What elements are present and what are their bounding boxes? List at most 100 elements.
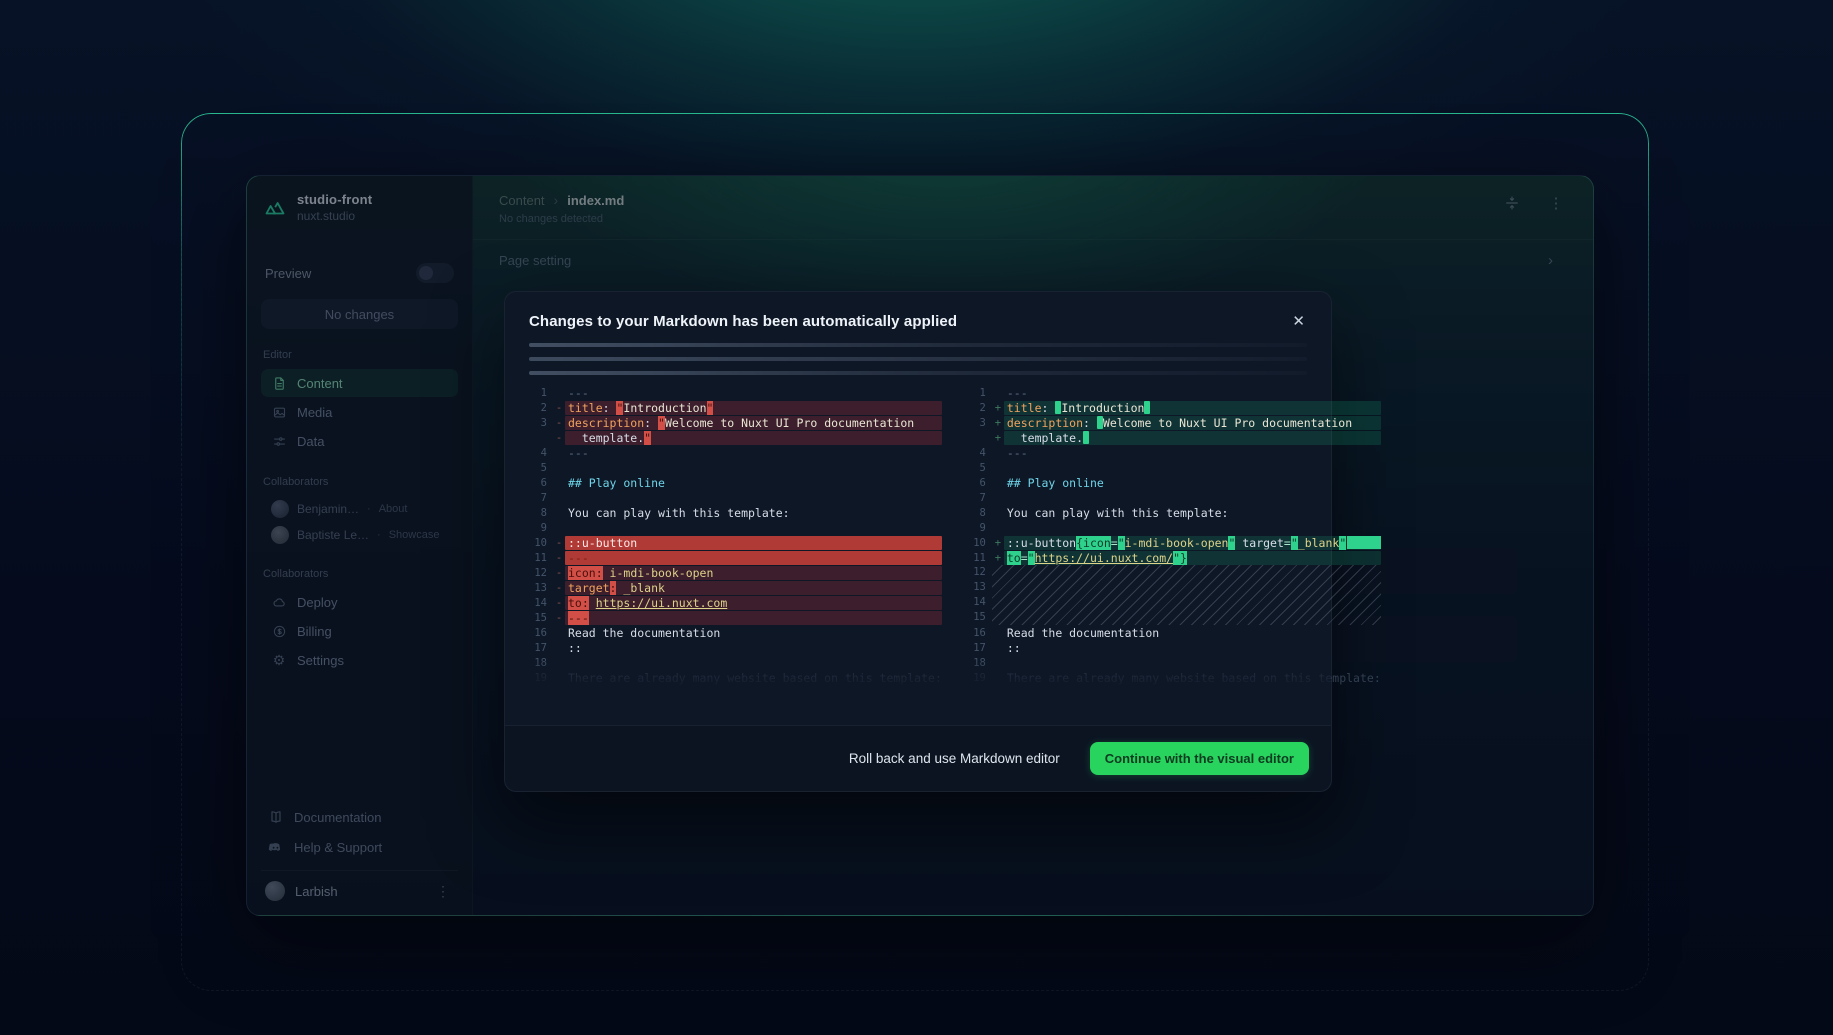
diff-line: 9 — [529, 520, 942, 535]
diff-line: 16Read the documentation — [968, 625, 1381, 640]
code-segment: : — [644, 416, 658, 430]
diff-line: 18 — [529, 655, 942, 670]
diff-line: 15---- — [529, 610, 942, 625]
diff-line: 10+::u-button{icon="i-mdi-book-open" tar… — [968, 535, 1381, 550]
code-segment: = — [1021, 551, 1028, 565]
diff-line: 4--- — [529, 445, 942, 460]
code-segment — [1144, 401, 1150, 414]
diff-pane-old: 1---2-title: "Introduction"3-description… — [529, 385, 942, 685]
diff-pane-new: 1---2+title: Introduction3+description: … — [968, 385, 1381, 685]
diff-line: 10-::u-button — [529, 535, 942, 550]
code-segment: : — [1042, 401, 1056, 415]
code-segment: --- — [568, 551, 589, 565]
code-segment: There are already many website based on … — [568, 671, 942, 685]
code-segment: :: — [1007, 641, 1021, 655]
code-segment: You can play with this template: — [1007, 506, 1229, 520]
code-segment — [1083, 431, 1089, 444]
diff-line: 4--- — [968, 445, 1381, 460]
code-segment: : — [1083, 416, 1097, 430]
diff-line: 3+description: Welcome to Nuxt UI Pro do… — [968, 415, 1381, 430]
code-segment: i-mdi-book-open — [603, 566, 714, 580]
code-segment: " — [658, 416, 665, 430]
code-segment: to — [1007, 551, 1021, 565]
code-segment: " — [644, 431, 651, 445]
code-segment: title — [568, 401, 603, 415]
code-segment: There are already many website based on … — [1007, 671, 1381, 685]
diff-line: 17:: — [529, 640, 942, 655]
code-segment: --- — [568, 446, 589, 460]
code-segment: " — [1291, 536, 1298, 550]
diff-line: 18 — [968, 655, 1381, 670]
close-icon[interactable]: ✕ — [1290, 312, 1307, 331]
code-segment: description — [1007, 416, 1083, 430]
diff-line: 9 — [968, 520, 1381, 535]
code-segment: "} — [1173, 551, 1187, 565]
diff-view: 1---2-title: "Introduction"3-description… — [505, 385, 1331, 685]
diff-line: 8You can play with this template: — [529, 505, 942, 520]
diff-line: 5 — [529, 460, 942, 475]
code-segment: : — [603, 401, 617, 415]
diff-line: 16Read the documentation — [529, 625, 942, 640]
code-segment — [1347, 536, 1381, 549]
code-segment: _blank — [1298, 536, 1340, 550]
code-segment: ## Play online — [1007, 476, 1104, 490]
code-segment: target — [568, 581, 610, 595]
code-segment: --- — [1007, 386, 1028, 400]
skeleton-bar — [529, 357, 1307, 361]
code-segment: https://ui.nuxt.com — [596, 596, 728, 610]
code-segment: Welcome to Nuxt UI Pro documentation — [1103, 416, 1352, 430]
diff-line: 7 — [968, 490, 1381, 505]
skeleton-lines — [505, 343, 1331, 375]
dialog-footer: Roll back and use Markdown editor Contin… — [505, 725, 1331, 791]
continue-visual-editor-button[interactable]: Continue with the visual editor — [1090, 742, 1309, 775]
code-segment: _blank — [616, 581, 664, 595]
code-segment: ::u-button — [568, 536, 637, 550]
code-segment: --- — [568, 611, 589, 625]
diff-line: 2-title: "Introduction" — [529, 400, 942, 415]
skeleton-bar — [529, 343, 1307, 347]
code-segment: ## Play online — [568, 476, 665, 490]
code-segment: " — [1339, 536, 1346, 550]
diff-line: 13-target: _blank — [529, 580, 942, 595]
diff-line: 6## Play online — [968, 475, 1381, 490]
code-segment: " — [1028, 551, 1035, 565]
code-segment: Welcome to Nuxt UI Pro documentation — [665, 416, 914, 430]
diff-line: 17:: — [968, 640, 1381, 655]
code-segment: = — [1284, 536, 1291, 550]
code-segment: You can play with this template: — [568, 506, 790, 520]
code-segment: Introduction — [1061, 401, 1144, 415]
code-segment: template. — [568, 431, 644, 445]
code-segment: target — [1235, 536, 1283, 550]
code-segment: Read the documentation — [568, 626, 720, 640]
code-segment: " — [1118, 536, 1125, 550]
diff-line: 14-to: https://ui.nuxt.com — [529, 595, 942, 610]
code-segment — [589, 596, 596, 610]
code-segment: {icon — [1076, 536, 1111, 550]
code-segment: https://ui.nuxt.com/ — [1035, 551, 1173, 565]
code-segment: ::u-button — [1007, 536, 1076, 550]
diff-line: 1--- — [529, 385, 942, 400]
diff-line: 3-description: "Welcome to Nuxt UI Pro d… — [529, 415, 942, 430]
code-segment: template. — [1007, 431, 1083, 445]
diff-line: 11---- — [529, 550, 942, 565]
diff-line: 19There are already many website based o… — [529, 670, 942, 685]
diff-line: 5 — [968, 460, 1381, 475]
rollback-button[interactable]: Roll back and use Markdown editor — [849, 751, 1060, 766]
code-segment: i-mdi-book-open — [1125, 536, 1229, 550]
hatch-stripes — [992, 565, 1381, 625]
code-segment: " — [1228, 536, 1235, 550]
code-segment: to: — [568, 596, 589, 610]
dialog-title: Changes to your Markdown has been automa… — [529, 313, 957, 330]
diff-line: 11+to="https://ui.nuxt.com/"} — [968, 550, 1381, 565]
skeleton-bar — [529, 371, 1307, 375]
diff-line: 19There are already many website based o… — [968, 670, 1381, 685]
diff-line: 12-icon: i-mdi-book-open — [529, 565, 942, 580]
code-segment: :: — [568, 641, 582, 655]
diff-line: + template. — [968, 430, 1381, 445]
code-segment: " — [616, 401, 623, 415]
code-segment: icon: — [568, 566, 603, 580]
diff-line: 1--- — [968, 385, 1381, 400]
diff-line: 8You can play with this template: — [968, 505, 1381, 520]
markdown-changes-dialog: Changes to your Markdown has been automa… — [504, 291, 1332, 792]
code-segment: title — [1007, 401, 1042, 415]
